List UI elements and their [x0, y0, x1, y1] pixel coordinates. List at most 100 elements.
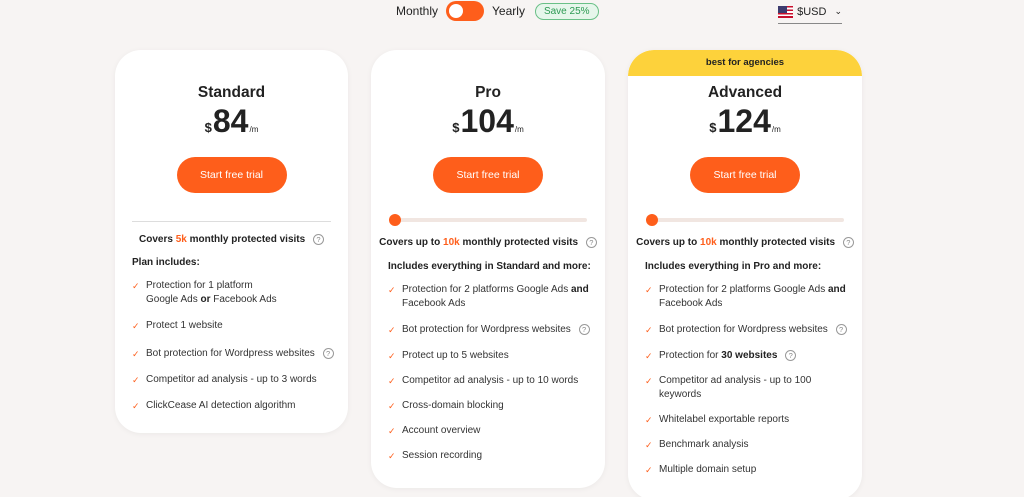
check-icon: ✓	[388, 426, 396, 436]
feature-list: ✓ Protection for 2 platforms Google Ads …	[645, 283, 854, 477]
feature-text: Protection for	[659, 350, 722, 361]
visits-slider-track[interactable]	[393, 218, 587, 222]
feature-text: Benchmark analysis	[659, 439, 749, 450]
feature-item: ✓ Protect 1 website	[132, 319, 340, 333]
start-free-trial-button[interactable]: Start free trial	[176, 157, 287, 193]
help-icon[interactable]: ?	[322, 347, 334, 359]
plan-price: $ 104 /m	[371, 102, 605, 140]
feature-text: Facebook Ads	[402, 298, 466, 309]
best-for-agencies-ribbon: best for agencies	[628, 50, 862, 76]
help-icon[interactable]: ?	[842, 237, 854, 248]
covers-highlight: 5k	[175, 234, 187, 246]
price-period: /m	[249, 125, 259, 134]
check-icon: ✓	[645, 376, 653, 386]
help-icon[interactable]: ?	[578, 323, 590, 335]
plan-card-pro: Pro $ 104 /m Start free trial Covers up …	[371, 50, 605, 488]
feature-item: ✓ Multiple domain setup	[645, 463, 854, 477]
feature-text: Facebook Ads	[210, 294, 277, 305]
feature-list: ✓ Protection for 2 platforms Google Ads …	[388, 283, 597, 463]
feature-item: ✓ Protection for 30 websites ?	[645, 349, 854, 363]
plan-price: $ 84 /m	[115, 102, 348, 140]
covers-suffix: monthly protected visits	[189, 234, 306, 246]
feature-text: Competitor ad analysis - up to 10 words	[402, 375, 579, 386]
plan-name: Standard	[197, 84, 266, 101]
check-icon: ✓	[132, 401, 140, 411]
currency-value: $USD	[797, 5, 827, 18]
covers-prefix: Covers up to	[636, 237, 698, 249]
feature-item: ✓ Protection for 1 platform Google Ads o…	[132, 279, 340, 307]
divider	[132, 221, 331, 222]
visits-slider-handle[interactable]	[646, 214, 658, 226]
feature-text: Competitor ad analysis - up to 100 keywo…	[659, 375, 812, 400]
price-currency: $	[204, 120, 212, 135]
start-free-trial-button[interactable]: Start free trial	[690, 157, 800, 193]
check-icon: ✓	[132, 321, 140, 331]
plan-card-advanced: best for agencies Advanced $ 124 /m Star…	[628, 50, 862, 497]
feature-item: ✓ Competitor ad analysis - up to 3 words	[132, 373, 340, 387]
price-period: /m	[771, 125, 781, 134]
feature-text: Competitor ad analysis - up to 3 words	[146, 374, 317, 385]
plan-name: Pro	[475, 84, 501, 101]
save-badge: Save 25%	[534, 2, 599, 20]
check-icon: ✓	[388, 351, 396, 361]
covers-prefix: Covers up to	[379, 237, 441, 249]
price-amount: 124	[717, 103, 771, 139]
check-icon: ✓	[132, 349, 140, 359]
check-icon: ✓	[132, 375, 140, 385]
feature-item: ✓ Bot protection for Wordpress websites …	[388, 323, 597, 337]
help-icon[interactable]: ?	[835, 323, 847, 335]
check-icon: ✓	[132, 281, 140, 291]
visits-slider-handle[interactable]	[389, 214, 401, 226]
feature-bold: 30 websites	[721, 350, 778, 361]
feature-item: ✓ ClickCease AI detection algorithm	[132, 399, 340, 413]
feature-text: Protect up to 5 websites	[402, 350, 509, 361]
help-icon[interactable]: ?	[312, 234, 324, 245]
plan-name: Advanced	[707, 84, 783, 101]
us-flag-icon	[778, 5, 794, 18]
check-icon: ✓	[645, 285, 653, 295]
covers-text: Covers 5k monthly protected visits ?	[115, 234, 348, 245]
covers-highlight: 10k	[443, 237, 460, 249]
covers-text: Covers up to 10k monthly protected visit…	[628, 237, 862, 248]
yearly-label[interactable]: Yearly	[492, 4, 525, 18]
feature-text: Google Ads	[146, 294, 201, 305]
visits-slider-track[interactable]	[650, 218, 844, 222]
billing-toggle: Monthly Yearly Save 25%	[396, 0, 599, 22]
feature-text: Protect 1 website	[146, 320, 223, 331]
feature-item: ✓ Protect up to 5 websites	[388, 349, 597, 363]
monthly-label[interactable]: Monthly	[396, 4, 438, 18]
feature-bold: and	[827, 284, 846, 295]
help-icon[interactable]: ?	[585, 237, 597, 248]
check-icon: ✓	[645, 351, 653, 361]
plan-price: $ 124 /m	[628, 102, 862, 140]
plan-includes-heading: Includes everything in Standard and more…	[388, 261, 591, 272]
switch-knob	[449, 4, 464, 18]
check-icon: ✓	[645, 325, 653, 335]
feature-text: Bot protection for Wordpress websites	[146, 348, 315, 359]
price-amount: 84	[212, 103, 249, 139]
plan-includes-heading: Includes everything in Pro and more:	[645, 261, 822, 272]
billing-switch[interactable]	[446, 1, 485, 21]
check-icon: ✓	[645, 415, 653, 425]
help-icon[interactable]: ?	[785, 349, 797, 361]
feature-list: ✓ Protection for 1 platform Google Ads o…	[132, 279, 340, 413]
covers-suffix: monthly protected visits	[719, 237, 836, 249]
feature-text: Protection for 2 platforms Google Ads	[402, 284, 571, 295]
feature-item: ✓ Protection for 2 platforms Google Ads …	[388, 283, 597, 311]
check-icon: ✓	[388, 285, 396, 295]
feature-text: Protection for 1 platform	[146, 280, 253, 291]
start-free-trial-button[interactable]: Start free trial	[433, 157, 543, 193]
covers-text: Covers up to 10k monthly protected visit…	[371, 237, 605, 248]
check-icon: ✓	[645, 440, 653, 450]
check-icon: ✓	[388, 325, 396, 335]
price-period: /m	[514, 125, 524, 134]
currency-select[interactable]: $USD ⌄	[778, 0, 842, 24]
covers-prefix: Covers	[139, 234, 173, 246]
feature-text: Multiple domain setup	[659, 464, 757, 475]
feature-bold: and	[570, 284, 589, 295]
feature-text: Protection for 2 platforms Google Ads	[659, 284, 828, 295]
feature-item: ✓ Bot protection for Wordpress websites …	[645, 323, 854, 337]
check-icon: ✓	[388, 451, 396, 461]
feature-item: ✓ Bot protection for Wordpress websites …	[132, 347, 340, 361]
check-icon: ✓	[388, 401, 396, 411]
